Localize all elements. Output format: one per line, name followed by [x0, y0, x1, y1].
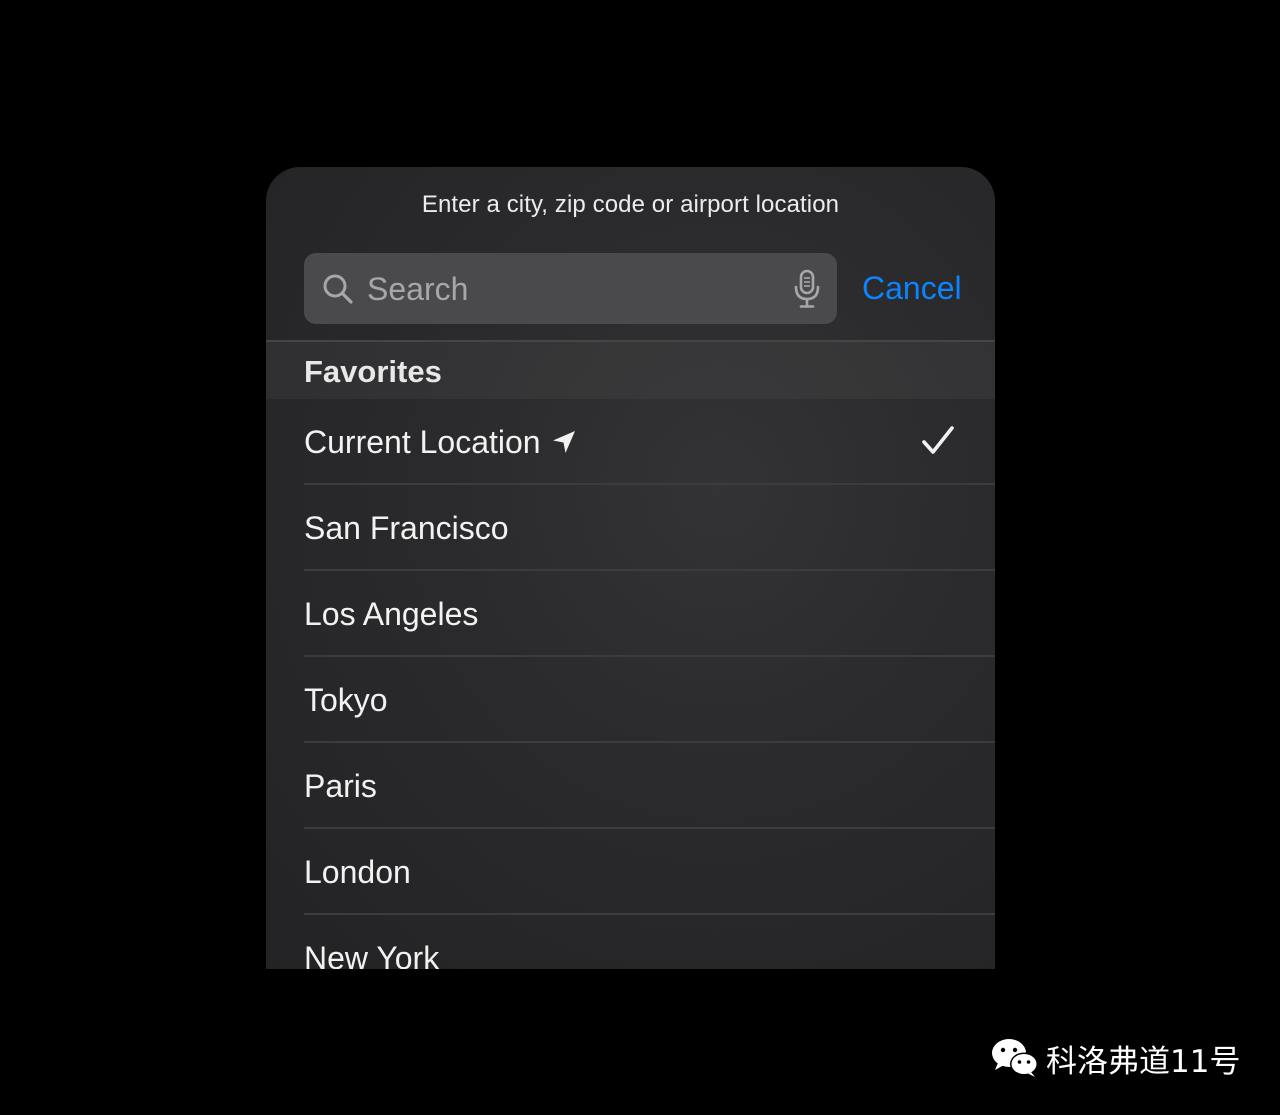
screen: Enter a city, zip code or airport locati…	[0, 0, 1280, 1115]
cancel-button[interactable]: Cancel	[862, 270, 962, 307]
list-item-new-york[interactable]: New York	[304, 915, 995, 969]
list-item-label: Tokyo	[304, 682, 388, 718]
search-input[interactable]: Search	[367, 271, 468, 308]
list-item-current-location[interactable]: Current Location	[304, 399, 995, 485]
list-item-los-angeles[interactable]: Los Angeles	[304, 571, 995, 657]
list-item-tokyo[interactable]: Tokyo	[304, 657, 995, 743]
list-item-label: San Francisco	[304, 510, 509, 546]
list-item-label: New York	[304, 940, 440, 969]
magnifying-glass-icon	[323, 274, 353, 304]
list-item-paris[interactable]: Paris	[304, 743, 995, 829]
list-item-label: Current Location	[304, 424, 577, 461]
list-item-label: London	[304, 854, 411, 890]
search-field[interactable]: Search	[304, 253, 837, 324]
list-item-label: Los Angeles	[304, 596, 479, 632]
list-item-london[interactable]: London	[304, 829, 995, 915]
watermark: 科洛弗道11号	[990, 1036, 1240, 1080]
watermark-text: 科洛弗道11号	[1046, 1043, 1241, 1080]
microphone-icon[interactable]	[793, 269, 821, 309]
favorites-section-header: Favorites	[266, 342, 995, 399]
list-item-san-francisco[interactable]: San Francisco	[304, 485, 995, 571]
section-title: Favorites	[304, 354, 442, 389]
location-prompt: Enter a city, zip code or airport locati…	[421, 191, 840, 218]
wechat-icon	[992, 1039, 1038, 1077]
checkmark-icon	[922, 426, 954, 454]
favorites-list: Current Location San Francisco Los Angel…	[266, 399, 995, 969]
list-item-label: Paris	[304, 768, 377, 804]
location-picker-panel: Enter a city, zip code or airport locati…	[266, 167, 995, 969]
location-arrow-icon	[552, 431, 575, 453]
